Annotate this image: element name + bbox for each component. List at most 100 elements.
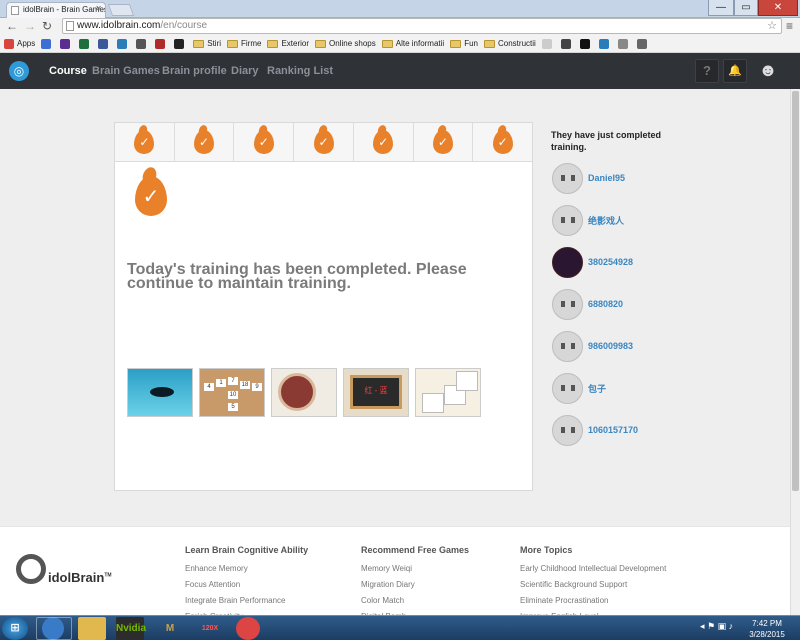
fish-game-thumbnail[interactable] bbox=[127, 368, 193, 417]
reload-icon[interactable]: ↻ bbox=[42, 19, 52, 33]
bookmark-item[interactable] bbox=[60, 38, 73, 49]
m-app-taskbar-icon[interactable]: M bbox=[156, 617, 184, 640]
nav-brain-games[interactable]: Brain Games bbox=[92, 65, 160, 77]
tab-close-icon[interactable]: ✕ bbox=[95, 4, 102, 13]
recent-user-item[interactable]: 绝影戏人 bbox=[552, 204, 624, 236]
folder-icon bbox=[267, 39, 279, 48]
notification-bell-icon[interactable]: 🔔 bbox=[723, 59, 747, 83]
bookmark-item[interactable] bbox=[541, 38, 555, 49]
user-avatar-icon[interactable] bbox=[552, 162, 583, 194]
bookmark-folder[interactable]: Firme bbox=[227, 39, 261, 48]
bookmark-favicon-icon bbox=[98, 38, 109, 49]
flame-check-icon: ✓ bbox=[432, 130, 453, 154]
bookmark-item[interactable] bbox=[598, 38, 612, 49]
recent-user-item[interactable]: 6880820 bbox=[552, 288, 623, 320]
bookmark-item[interactable] bbox=[117, 38, 130, 49]
taskbar-clock[interactable]: 7:42 PM 3/28/2015 bbox=[742, 618, 792, 640]
user-name-link[interactable]: 包子 bbox=[588, 382, 606, 395]
bookmark-folder[interactable]: Stiri bbox=[193, 39, 221, 48]
bookmark-folder[interactable]: Online shops bbox=[315, 39, 376, 48]
bookmark-folder[interactable]: Constructii bbox=[484, 39, 536, 48]
user-name-link[interactable]: 380254928 bbox=[588, 257, 633, 267]
bookmark-label: Exterior bbox=[281, 39, 310, 48]
bookmark-folder[interactable]: Fun bbox=[450, 39, 478, 48]
bookmark-item[interactable] bbox=[98, 38, 111, 49]
bookmark-item[interactable] bbox=[79, 38, 92, 49]
maximize-button[interactable]: ▭ bbox=[734, 0, 758, 16]
footer-link[interactable]: Focus Attention bbox=[185, 577, 308, 593]
bookmark-item[interactable] bbox=[155, 38, 168, 49]
training-days-row: ✓ ✓ ✓ ✓ ✓ ✓ ✓ bbox=[115, 123, 532, 162]
bookmark-item[interactable]: Apps bbox=[4, 38, 35, 49]
bookmark-item[interactable] bbox=[579, 38, 593, 49]
nav-course[interactable]: Course bbox=[49, 65, 87, 77]
nvidia-taskbar-icon[interactable]: Nvidia bbox=[116, 617, 146, 640]
footer-link[interactable]: Enhance Memory bbox=[185, 561, 308, 577]
explorer-taskbar-icon[interactable] bbox=[78, 617, 106, 640]
bookmark-item[interactable] bbox=[560, 38, 574, 49]
help-icon[interactable]: ? bbox=[695, 59, 719, 83]
120x-taskbar-icon[interactable]: 120X bbox=[196, 617, 224, 640]
footer-link[interactable]: Early Childhood Intellectual Development bbox=[520, 561, 666, 577]
close-window-button[interactable]: ✕ bbox=[758, 0, 798, 16]
user-avatar-icon[interactable] bbox=[552, 204, 583, 236]
folder-icon bbox=[315, 39, 327, 48]
nav-brain-profile[interactable]: Brain profile bbox=[162, 65, 227, 77]
footer-link[interactable]: Color Match bbox=[361, 593, 469, 609]
user-name-link[interactable]: 绝影戏人 bbox=[588, 214, 624, 227]
back-arrow-icon[interactable]: ← bbox=[6, 19, 18, 33]
bookmark-folder[interactable]: Alte informatii bbox=[381, 39, 444, 48]
user-name-link[interactable]: 986009983 bbox=[588, 341, 633, 351]
bookmark-item[interactable] bbox=[41, 38, 54, 49]
recent-user-item[interactable]: 986009983 bbox=[552, 330, 633, 362]
address-bar[interactable]: www.idolbrain.com/en/course ☆ bbox=[62, 18, 782, 34]
user-name-link[interactable]: 1060157170 bbox=[588, 425, 638, 435]
bookmark-favicon-icon bbox=[560, 38, 571, 49]
bookmark-item[interactable] bbox=[174, 38, 187, 49]
photo-memory-game-thumbnail[interactable] bbox=[415, 368, 481, 417]
windows-taskbar: ⊞ Nvidia M 120X ◂ ⚑ ▣ ♪ 7:42 PM 3/28/201… bbox=[0, 615, 800, 640]
forward-arrow-icon[interactable]: → bbox=[24, 19, 36, 33]
disk-game-thumbnail[interactable] bbox=[271, 368, 337, 417]
footer-link[interactable]: Eliminate Procrastination bbox=[520, 593, 666, 609]
bookmark-label: Constructii bbox=[498, 39, 536, 48]
bookmark-favicon-icon bbox=[41, 38, 52, 49]
chrome-menu-icon[interactable]: ≡ bbox=[786, 19, 793, 33]
footer-link[interactable]: Migration Diary bbox=[361, 577, 469, 593]
user-name-link[interactable]: Daniel95 bbox=[588, 173, 625, 183]
bookmark-item[interactable] bbox=[136, 38, 149, 49]
idolbrain-logo-icon[interactable]: ◎ bbox=[9, 61, 29, 81]
nav-ranking-list[interactable]: Ranking List bbox=[267, 65, 333, 77]
bookmark-item[interactable] bbox=[636, 38, 650, 49]
user-avatar-icon[interactable] bbox=[552, 372, 583, 404]
bookmark-folder[interactable]: Exterior bbox=[267, 39, 309, 48]
start-button[interactable]: ⊞ bbox=[2, 617, 28, 640]
footer-link[interactable]: Integrate Brain Performance bbox=[185, 593, 308, 609]
chrome-taskbar-button[interactable] bbox=[36, 617, 72, 640]
user-avatar-icon[interactable] bbox=[552, 288, 583, 320]
app-taskbar-icon[interactable] bbox=[236, 617, 260, 640]
user-avatar-icon[interactable]: ☻ bbox=[756, 59, 780, 83]
browser-tab[interactable]: idolBrain - Brain Games & ✕ bbox=[6, 2, 106, 18]
footer-link[interactable]: Scientific Background Support bbox=[520, 577, 666, 593]
bookmark-item[interactable] bbox=[617, 38, 631, 49]
nav-diary[interactable]: Diary bbox=[231, 65, 259, 77]
url-host: www.idolbrain.com bbox=[77, 20, 161, 31]
recent-user-item[interactable]: 1060157170 bbox=[552, 414, 638, 446]
bookmark-star-icon[interactable]: ☆ bbox=[767, 19, 777, 33]
user-avatar-icon[interactable] bbox=[552, 414, 583, 446]
number-tiles-game-thumbnail[interactable]: 41 7 18 9 10 5 bbox=[199, 368, 265, 417]
chalkboard-game-thumbnail[interactable]: 红 - 蓝 bbox=[343, 368, 409, 417]
user-avatar-icon[interactable] bbox=[552, 246, 583, 278]
minimize-button[interactable]: — bbox=[708, 0, 734, 16]
browser-titlebar: idolBrain - Brain Games & ✕ — ▭ ✕ bbox=[0, 0, 800, 18]
recent-user-item[interactable]: 包子 bbox=[552, 372, 606, 404]
new-tab-button[interactable] bbox=[107, 4, 135, 16]
user-avatar-icon[interactable] bbox=[552, 330, 583, 362]
user-name-link[interactable]: 6880820 bbox=[588, 299, 623, 309]
page-scrollbar[interactable] bbox=[790, 89, 800, 615]
recent-user-item[interactable]: 380254928 bbox=[552, 246, 633, 278]
recent-user-item[interactable]: Daniel95 bbox=[552, 162, 625, 194]
system-tray[interactable]: ◂ ⚑ ▣ ♪ bbox=[700, 621, 733, 632]
footer-link[interactable]: Memory Weiqi bbox=[361, 561, 469, 577]
